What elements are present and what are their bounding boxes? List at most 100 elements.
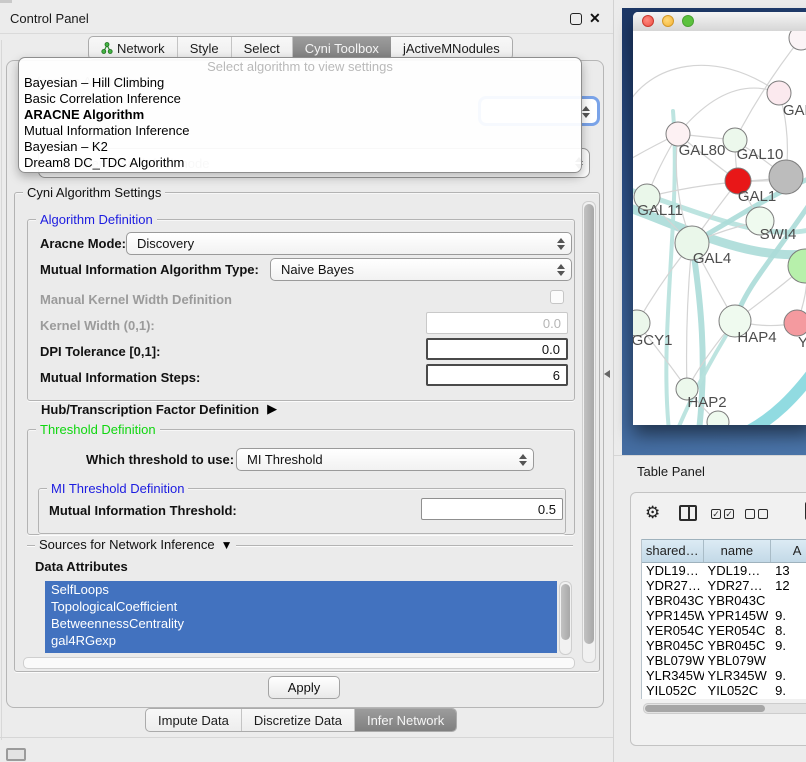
float-panel-icon[interactable] — [570, 13, 582, 25]
mi-threshold-field[interactable]: 0.5 — [421, 498, 563, 520]
network-node-y[interactable] — [784, 310, 806, 336]
unchecked-box-icon — [758, 509, 768, 519]
attributes-hscrollbar[interactable] — [23, 657, 575, 669]
column-header-clipped[interactable]: A — [771, 540, 806, 562]
control-panel-title: Control Panel — [10, 11, 89, 26]
cyni-algorithm-settings-panel: Cyni Algorithm Settings Algorithm Defini… — [14, 192, 600, 672]
minimized-panel-icon[interactable] — [6, 748, 26, 761]
table-row[interactable]: YLR345WYLR345W9. — [642, 668, 806, 683]
select-all-icon[interactable]: ✓ ✓ — [711, 509, 734, 519]
deselect-all-icon[interactable] — [745, 509, 768, 519]
column-header-shared[interactable]: shared… — [642, 540, 704, 562]
zoom-window-icon[interactable] — [682, 15, 694, 27]
column-header-name[interactable]: name — [704, 540, 772, 562]
algorithm-option[interactable]: Bayesian – Hill Climbing — [19, 75, 581, 91]
columns-icon[interactable] — [679, 505, 697, 521]
table-hscrollbar[interactable] — [643, 703, 806, 714]
apply-button[interactable]: Apply — [268, 676, 340, 699]
algorithm-option[interactable]: Mutual Information Inference — [19, 123, 581, 139]
mi-threshold-label: Mutual Information Threshold: — [49, 503, 237, 518]
node-label: HAP2 — [687, 394, 726, 411]
table-cell: YER054C — [642, 623, 704, 638]
tab-label: jActiveMNodules — [403, 41, 500, 56]
table-cell: YBL079W — [704, 653, 772, 668]
attributes-scrollbar-thumb[interactable] — [561, 584, 570, 640]
algorithm-option[interactable]: Bayesian – K2 — [19, 139, 581, 155]
close-panel-icon[interactable]: ✕ — [589, 10, 601, 27]
aracne-mode-label: Aracne Mode: — [40, 236, 126, 251]
settings-scrollbar[interactable] — [582, 201, 596, 663]
network-icon — [101, 42, 113, 54]
attribute-item[interactable]: TopologicalCoefficient — [45, 598, 557, 615]
table-cell: YDL19… — [642, 563, 704, 578]
settings-scrollbar-thumb[interactable] — [584, 204, 594, 644]
network-edge — [678, 88, 779, 134]
algorithm-option[interactable]: Dream8 DC_TDC Algorithm — [19, 155, 581, 171]
attribute-item[interactable]: SelfLoops — [45, 581, 557, 598]
network-node[interactable] — [769, 160, 803, 194]
data-attributes-label: Data Attributes — [35, 559, 128, 574]
tab-label: Style — [190, 41, 219, 56]
attribute-item[interactable]: BetweennessCentrality — [45, 615, 557, 632]
table-row[interactable]: YBL079WYBL079W — [642, 653, 806, 668]
hub-definition-toggle[interactable]: Hub/Transcription Factor Definition ▶ — [41, 401, 277, 417]
algorithm-option[interactable]: Basic Correlation Inference — [19, 91, 581, 107]
table-row[interactable]: YER054CYER054C8. — [642, 623, 806, 638]
minimize-window-icon[interactable] — [662, 15, 674, 27]
table-hscrollbar-thumb[interactable] — [645, 705, 765, 712]
node-label: GAL2 — [783, 102, 806, 119]
sources-section-toggle[interactable]: Sources for Network Inference ▼ — [35, 537, 236, 552]
manual-kernel-checkbox[interactable] — [550, 290, 564, 304]
which-threshold-combo[interactable]: MI Threshold — [236, 448, 534, 471]
splitter-collapse-arrow-icon[interactable] — [604, 370, 610, 378]
control-panel: Control Panel ✕ Network Style Select Cyn… — [0, 0, 614, 762]
table-row[interactable]: YBR043CYBR043C — [642, 593, 806, 608]
table-cell: 9. — [771, 683, 806, 697]
attributes-scrollbar[interactable] — [559, 581, 572, 655]
attribute-item[interactable]: gal4RGexp — [45, 632, 557, 649]
network-window-titlebar[interactable] — [633, 12, 806, 32]
table-cell: YBR043C — [642, 593, 704, 608]
aracne-mode-combo[interactable]: Discovery — [126, 232, 572, 255]
tab-select[interactable]: Select — [232, 37, 293, 59]
tab-style[interactable]: Style — [178, 37, 232, 59]
table-cell: YLR345W — [704, 668, 772, 683]
mi-steps-label: Mutual Information Steps: — [40, 370, 200, 385]
table-card: ⚙ ✓ ✓ shared… name A YDL19…YDL19…13YD — [630, 492, 806, 746]
dropdown-items: Bayesian – Hill ClimbingBasic Correlatio… — [19, 75, 581, 171]
tab-jactivemnodules[interactable]: jActiveMNodules — [391, 37, 512, 59]
table-header-row: shared… name A — [642, 539, 806, 563]
kernel-width-field[interactable]: 0.0 — [426, 312, 568, 334]
mi-steps-field[interactable]: 6 — [426, 364, 568, 386]
node-label: HAP4 — [737, 329, 776, 346]
node-label: GAL4 — [693, 250, 731, 267]
combo-stepper-icon — [517, 454, 529, 466]
algorithm-option[interactable]: ARACNE Algorithm — [19, 107, 581, 123]
table-row[interactable]: YBR045CYBR045C9. — [642, 638, 806, 653]
network-node[interactable] — [707, 411, 729, 425]
mi-algorithm-type-combo[interactable]: Naive Bayes — [270, 258, 572, 281]
tab-impute-data[interactable]: Impute Data — [146, 709, 242, 731]
data-attributes-list[interactable]: SelfLoopsTopologicalCoefficientBetweenne… — [45, 581, 557, 653]
close-window-icon[interactable] — [642, 15, 654, 27]
dpi-tolerance-value: 0.0 — [542, 342, 560, 357]
gear-icon[interactable]: ⚙ — [645, 503, 660, 523]
table-row[interactable]: YDL19…YDL19…13 — [642, 563, 806, 578]
dpi-tolerance-field[interactable]: 0.0 — [426, 338, 568, 360]
table-row[interactable]: YDR27…YDR27…12 — [642, 578, 806, 593]
table-row[interactable]: YPR145WYPR145W9. — [642, 608, 806, 623]
table-cell: YBR045C — [642, 638, 704, 653]
combo-stepper-icon — [555, 238, 567, 250]
network-canvas[interactable]: GAL2GAL80GAL10GAL1GAL11GAL4SWI4GCY1HAP4Y… — [633, 31, 806, 425]
expanded-arrow-icon: ▼ — [221, 538, 233, 552]
network-edge — [745, 367, 806, 425]
tab-discretize-data[interactable]: Discretize Data — [242, 709, 355, 731]
tab-infer-network[interactable]: Infer Network — [355, 709, 456, 731]
tab-cyni-toolbox[interactable]: Cyni Toolbox — [293, 37, 391, 59]
tab-network[interactable]: Network — [89, 37, 178, 59]
network-node[interactable] — [789, 31, 806, 50]
network-graph: GAL2GAL80GAL10GAL1GAL11GAL4SWI4GCY1HAP4Y… — [633, 31, 806, 425]
table-row[interactable]: YIL052CYIL052C9. — [642, 683, 806, 697]
node-label: GAL10 — [737, 146, 784, 163]
checked-box-icon: ✓ — [724, 509, 734, 519]
